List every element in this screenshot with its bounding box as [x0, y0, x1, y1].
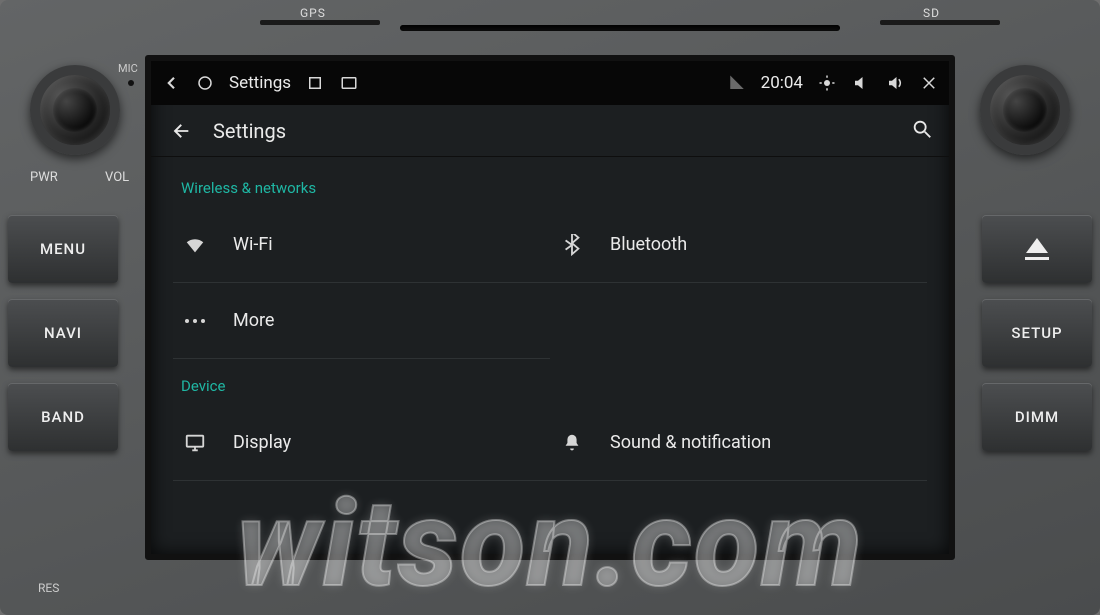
vol-label: VOL [105, 170, 129, 185]
settings-content: Wireless & networks Wi-Fi Bluetooth [151, 157, 949, 554]
display-icon [181, 432, 209, 454]
settings-header: Settings [151, 105, 949, 157]
dimm-button[interactable]: DIMM [982, 383, 1092, 451]
bluetooth-icon [558, 234, 586, 256]
settings-item-label: Bluetooth [610, 234, 687, 255]
settings-item-label: Wi-Fi [233, 234, 273, 255]
eject-icon [1025, 238, 1049, 260]
settings-item-wifi[interactable]: Wi-Fi [173, 207, 550, 283]
brightness-down-icon[interactable] [817, 73, 837, 93]
touchscreen[interactable]: Settings 20:04 [145, 55, 955, 560]
settings-item-label: Sound & notification [610, 432, 771, 453]
back-arrow-icon[interactable] [167, 117, 195, 145]
home-icon[interactable] [195, 73, 215, 93]
wifi-icon [181, 234, 209, 256]
volume-down-icon[interactable] [851, 73, 871, 93]
section-wireless-networks: Wireless & networks [173, 161, 927, 207]
gps-slot-label: GPS [300, 6, 326, 20]
menu-button[interactable]: MENU [8, 215, 118, 283]
res-label: RES [38, 581, 59, 595]
disc-slot [400, 25, 840, 31]
recent-apps-icon[interactable] [305, 73, 325, 93]
device-bezel: GPS SD MIC PWR VOL RES MENU NAVI BAND SE… [0, 0, 1100, 615]
sd-slot-label: SD [923, 6, 940, 20]
band-button[interactable]: BAND [8, 383, 118, 451]
settings-item-display[interactable]: Display [173, 405, 550, 481]
more-icon [181, 319, 209, 323]
settings-item-bluetooth[interactable]: Bluetooth [550, 207, 927, 283]
gps-card-slot [260, 20, 380, 25]
back-nav-icon[interactable] [161, 73, 181, 93]
system-status-bar: Settings 20:04 [151, 61, 949, 105]
section-device: Device [173, 359, 927, 405]
close-icon[interactable] [919, 73, 939, 93]
settings-item-sound[interactable]: Sound & notification [550, 405, 927, 481]
sysbar-app-title: Settings [229, 73, 291, 93]
navi-button[interactable]: NAVI [8, 299, 118, 367]
volume-power-dial[interactable] [30, 65, 120, 155]
page-title: Settings [213, 119, 911, 143]
right-button-column: SETUP DIMM [982, 215, 1092, 451]
bell-icon [558, 432, 586, 454]
search-icon[interactable] [911, 118, 933, 144]
mic-hole [128, 80, 134, 86]
pwr-label: PWR [30, 170, 58, 185]
right-dial[interactable] [980, 65, 1070, 155]
screenshot-icon[interactable] [339, 73, 359, 93]
left-button-column: MENU NAVI BAND [8, 215, 118, 451]
settings-item-label: Display [233, 432, 291, 453]
settings-item-more[interactable]: More [173, 283, 550, 359]
sd-card-slot [880, 20, 1000, 25]
settings-item-label: More [233, 310, 274, 331]
eject-button[interactable] [982, 215, 1092, 283]
signal-icon [727, 73, 747, 93]
setup-button[interactable]: SETUP [982, 299, 1092, 367]
volume-up-icon[interactable] [885, 73, 905, 93]
mic-label: MIC [118, 62, 138, 75]
clock: 20:04 [761, 73, 803, 93]
